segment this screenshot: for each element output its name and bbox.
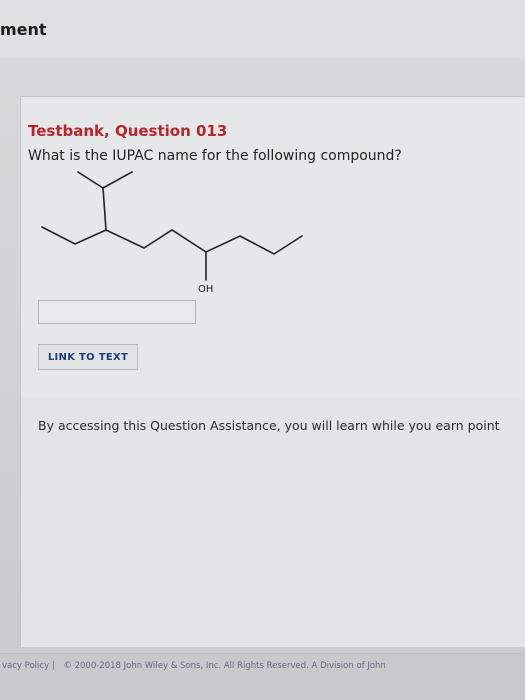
footer-separator: |	[51, 661, 55, 671]
assistance-panel	[20, 397, 525, 647]
oh-label: OH	[198, 284, 214, 295]
page-title: ment	[0, 20, 47, 39]
compound-structure	[41, 171, 303, 281]
question-title: Testbank, Question 013	[28, 122, 228, 140]
footer-row: vacy Policy | © 2000-2018 John Wiley & S…	[2, 661, 392, 671]
bond-top-right	[102, 171, 133, 189]
bond-branch-down	[102, 187, 107, 231]
bond-top-left	[77, 171, 104, 189]
copyright-text: © 2000-2018 John Wiley & Sons, Inc. All …	[63, 661, 386, 671]
answer-input[interactable]	[38, 300, 196, 324]
link-to-text-button[interactable]: LINK TO TEXT	[38, 344, 138, 370]
toolbar-strip	[0, 58, 525, 96]
assistance-text: By accessing this Question Assistance, y…	[38, 418, 500, 433]
page: ment Testbank, Question 013 What is the …	[0, 0, 525, 700]
privacy-policy-link[interactable]: vacy Policy	[2, 661, 49, 671]
header-bar: ment	[0, 0, 525, 59]
main-chain	[41, 226, 303, 255]
